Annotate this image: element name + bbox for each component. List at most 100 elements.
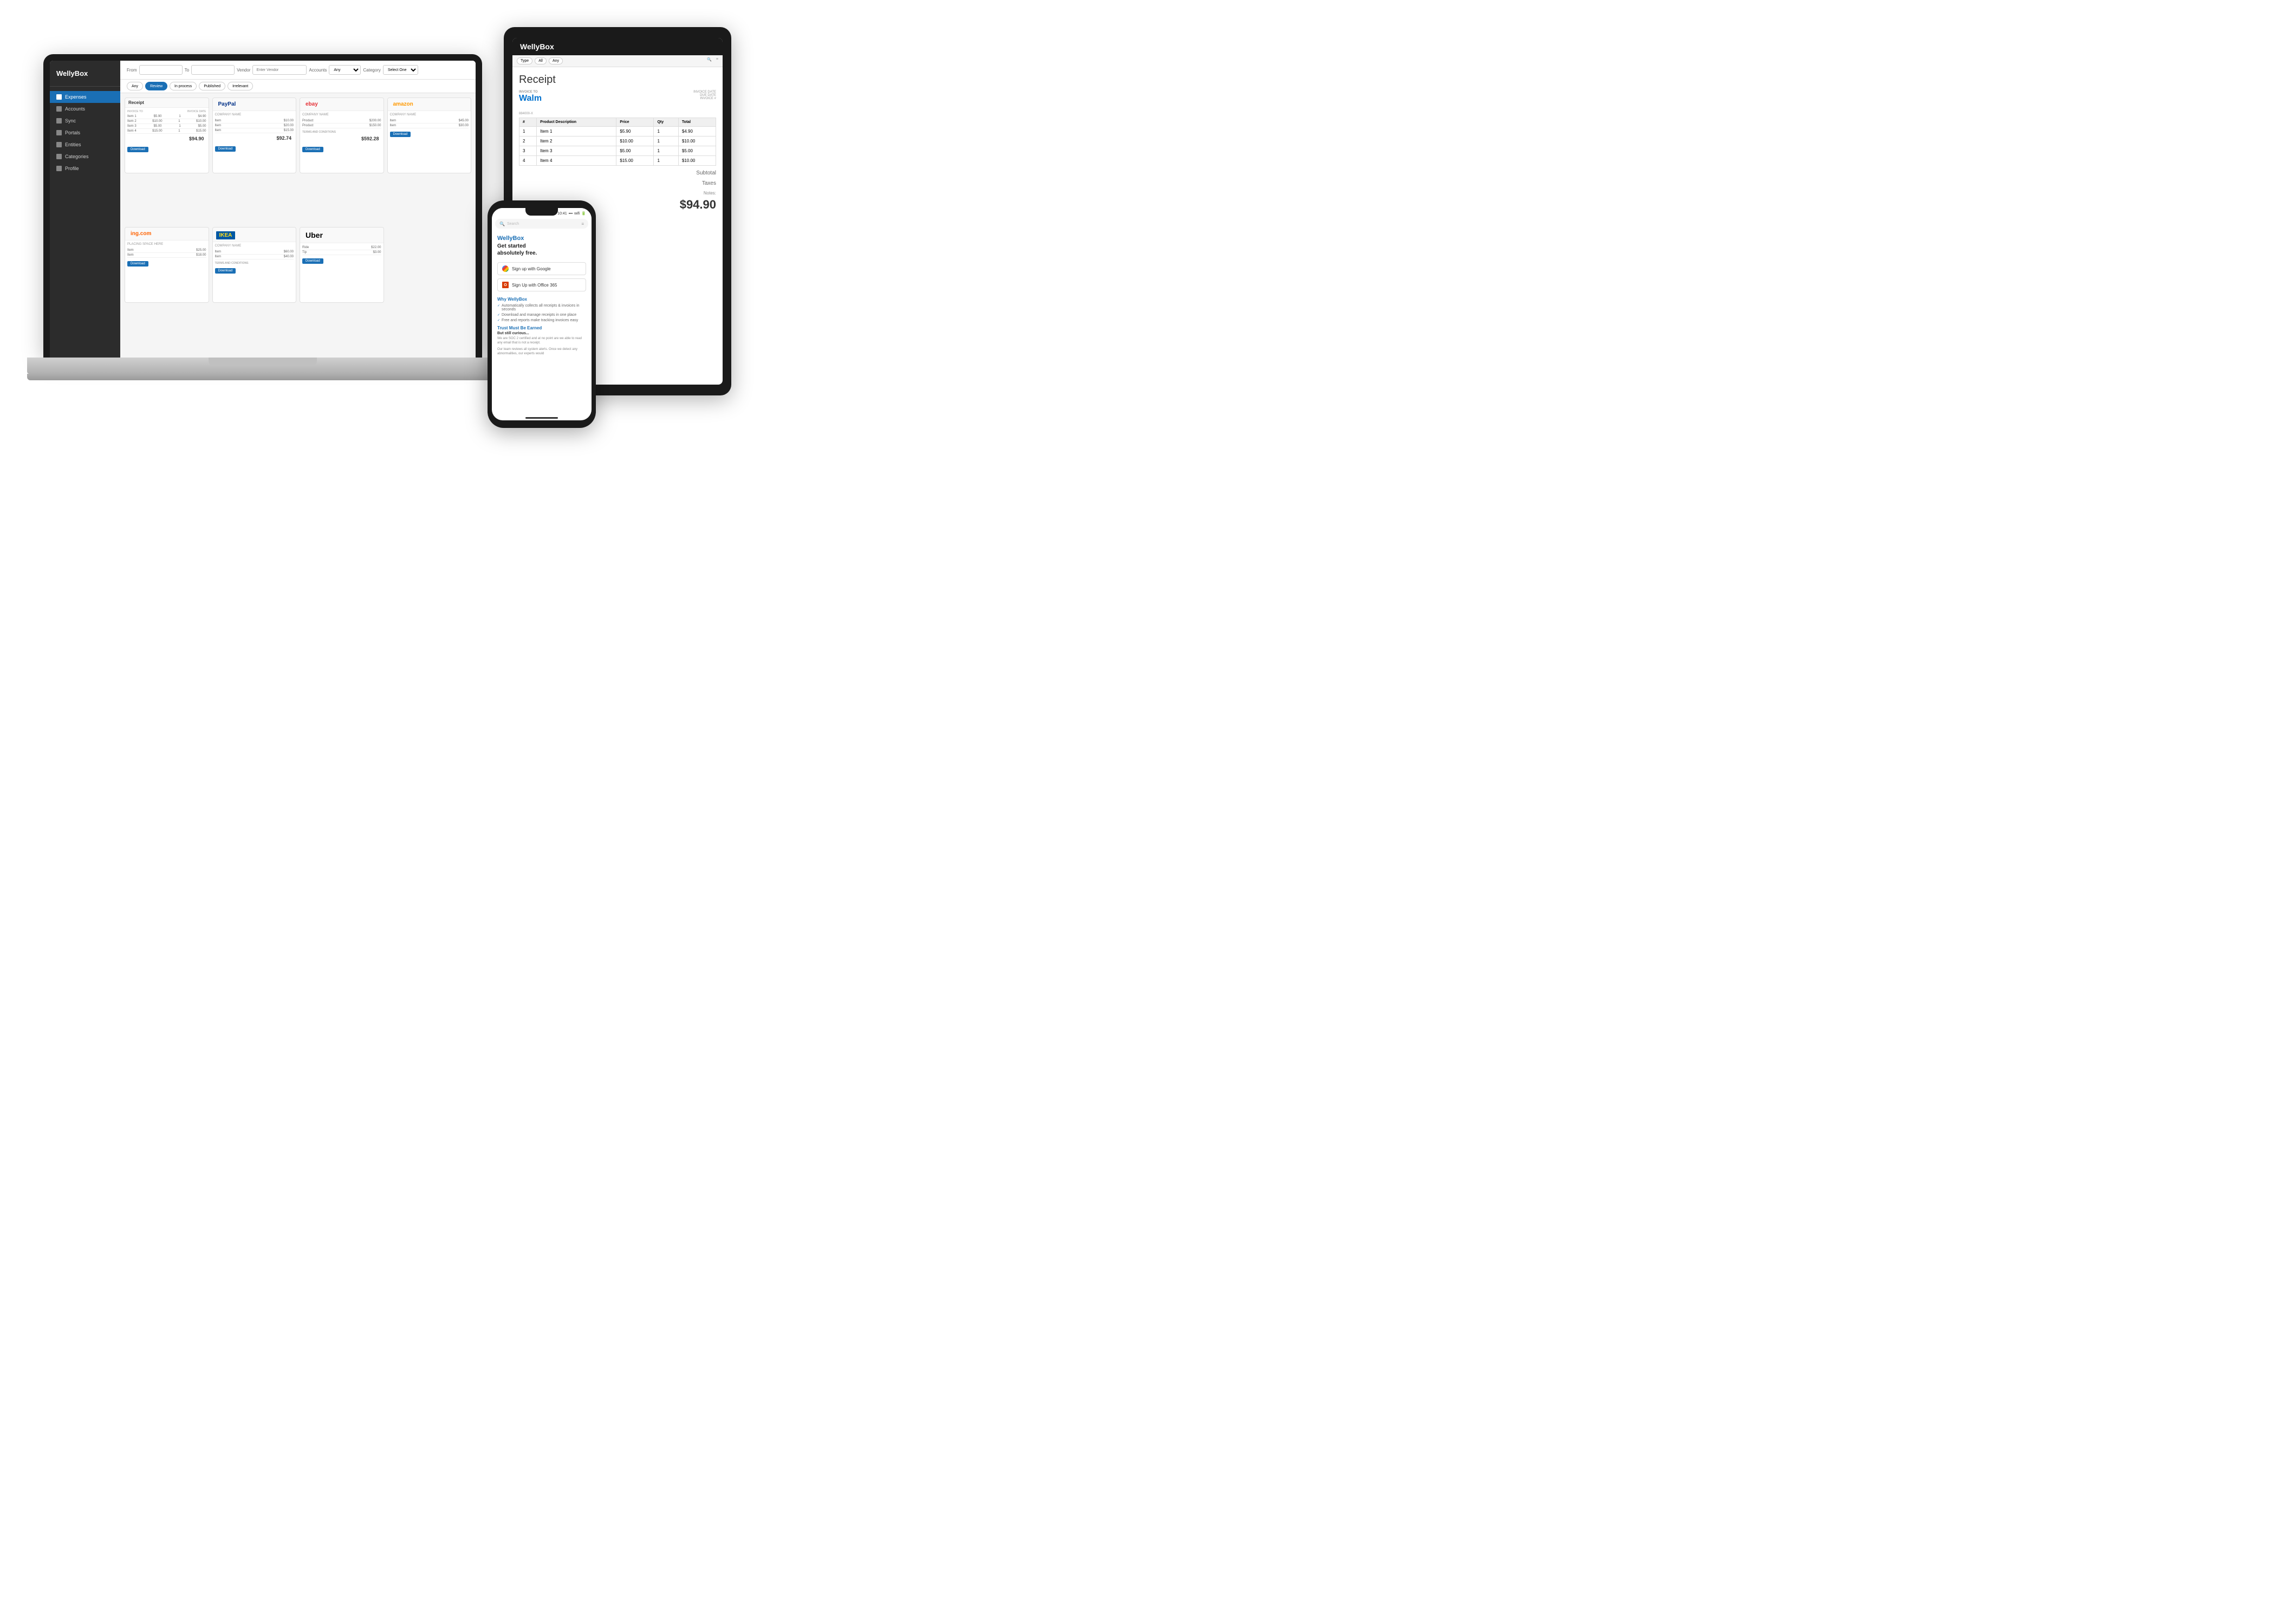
laptop-device: WellyBox Expenses Accounts Sync xyxy=(27,54,498,466)
uber-logo: Uber xyxy=(303,230,380,241)
filter-any[interactable]: Any xyxy=(127,82,143,90)
notes-label: Notes: xyxy=(704,191,716,196)
phone-trust-text-1: We are SOC 2 certified and at no point a… xyxy=(497,336,586,346)
sidebar-item-accounts[interactable]: Accounts xyxy=(50,103,120,115)
receipt-card-0-download[interactable]: Download xyxy=(127,147,148,152)
tablet-filter-all[interactable]: All xyxy=(535,57,547,64)
sidebar-item-portals[interactable]: Portals xyxy=(50,127,120,139)
laptop-screen-inner: WellyBox Expenses Accounts Sync xyxy=(50,61,476,358)
receipt-card-2-total: $592.28 xyxy=(302,134,381,144)
app-toolbar: From To Vendor Accounts Any Business Per… xyxy=(120,61,476,80)
receipt-card-1-total: $92.74 xyxy=(215,133,294,143)
phone-menu-icon: ≡ xyxy=(581,222,584,226)
row2-qty: 1 xyxy=(654,137,678,146)
row4-qty: 1 xyxy=(654,156,678,166)
battery-icon: 🔋 xyxy=(581,211,586,216)
from-input[interactable] xyxy=(139,65,183,75)
sidebar-item-entities[interactable]: Entities xyxy=(50,139,120,151)
accounts-label: Accounts xyxy=(309,68,327,73)
phone-why-item-0: Automatically collects all receipts & in… xyxy=(497,304,586,311)
sidebar-item-profile[interactable]: Profile xyxy=(50,163,120,174)
filter-irrelevant[interactable]: Irrelevant xyxy=(228,82,253,90)
phone-headline-1: Get started xyxy=(497,243,526,249)
row2-total: $10.00 xyxy=(678,137,716,146)
phone-notch xyxy=(525,208,558,216)
receipt-card-5-body: COMPANY NAME Item$60.00 Item$40.00 TERMS… xyxy=(213,242,296,267)
google-icon xyxy=(502,265,509,272)
office365-icon: O xyxy=(502,282,509,288)
phone-headline-2: absolutely free. xyxy=(497,250,537,256)
receipt-card-6-download[interactable]: Download xyxy=(302,258,323,264)
phone-why-item-2: Free and reports make tracking invoices … xyxy=(497,319,586,322)
receipt-card-6: Uber Ride$22.00 Tip$3.00 Download xyxy=(300,227,384,303)
category-select[interactable]: Select One xyxy=(383,65,418,75)
tablet-app-logo: WellyBox xyxy=(512,38,723,55)
tablet-search-icon[interactable]: 🔍 xyxy=(707,57,712,64)
row2-price: $10.00 xyxy=(616,137,654,146)
row1-desc: Item 1 xyxy=(537,127,616,137)
paypal-logo: PayPal xyxy=(216,100,293,108)
receipt-card-2: ebay COMPANY NAME Product$200.00 Product… xyxy=(300,98,384,173)
invoice-num-label: INVOICE # xyxy=(693,97,716,100)
ebay-row-1: Product$200.00 xyxy=(302,119,381,124)
receipt-card-3-download[interactable]: Download xyxy=(390,132,411,137)
receipt-card-2-body: COMPANY NAME Product$200.00 Product$150.… xyxy=(300,111,384,146)
row2-desc: Item 2 xyxy=(537,137,616,146)
uber-row-2: Tip$3.00 xyxy=(302,250,381,255)
receipt-card-6-body: Ride$22.00 Tip$3.00 xyxy=(300,243,384,257)
tablet-filter-any[interactable]: Any xyxy=(549,57,563,64)
tablet-subtotal: Subtotal xyxy=(519,170,716,176)
phone-screen: 10:41 ▪▪▪ wifi 🔋 🔍 Search ≡ WellyBox Get… xyxy=(492,208,592,420)
sidebar-item-categories[interactable]: Categories xyxy=(50,151,120,163)
receipt-card-5-header: IKEA xyxy=(213,228,296,242)
phone-search-placeholder: Search xyxy=(507,222,519,226)
filter-row: Any Review In process Published Irreleva… xyxy=(120,80,476,93)
vendor-input[interactable] xyxy=(252,65,307,75)
sidebar-item-sync[interactable]: Sync xyxy=(50,115,120,127)
phone-trust-title: Trust Must Be Earned xyxy=(497,326,586,330)
receipt-card-0-title: Receipt xyxy=(128,100,205,105)
filter-published[interactable]: Published xyxy=(199,82,225,90)
tablet-invoice-dates: INVOICE DATE DUE DATE INVOICE # xyxy=(693,90,716,108)
phone-time: 10:41 xyxy=(557,212,567,216)
google-btn-label: Sign up with Google xyxy=(512,267,551,271)
ing-row-2: Item$18.00 xyxy=(127,253,206,258)
to-input[interactable] xyxy=(191,65,235,75)
accounts-select[interactable]: Any Business Personal xyxy=(329,65,361,75)
tablet-menu-icon[interactable]: ≡ xyxy=(716,57,718,64)
receipt-card-2-download[interactable]: Download xyxy=(302,147,323,152)
laptop-base xyxy=(27,358,498,374)
receipt-card-0-body: INVOICE TOINVOICE DATE Item 1$5.901$4.90… xyxy=(125,108,209,146)
phone-why-item-1: Download and manage receipts in one plac… xyxy=(497,313,586,317)
row3-desc: Item 3 xyxy=(537,146,616,156)
receipt-card-0-header: Receipt xyxy=(125,98,209,108)
sidebar-item-expenses[interactable]: Expenses xyxy=(50,91,120,103)
phone-office-signup-btn[interactable]: O Sign Up with Office 365 xyxy=(497,278,586,291)
receipt-card-1-download[interactable]: Download xyxy=(215,146,236,152)
tablet-taxes: Taxes xyxy=(519,180,716,186)
subtotal-label: Subtotal xyxy=(696,170,716,176)
col-desc: Product Description xyxy=(537,118,616,127)
sidebar-label-categories: Categories xyxy=(65,154,89,159)
phone-search-bar[interactable]: 🔍 Search ≡ xyxy=(495,219,588,229)
receipt-card-1-body: COMPANY NAME Item$10.00 Item$20.00 Item$… xyxy=(213,111,296,145)
sidebar-label-profile: Profile xyxy=(65,166,79,171)
ikea-row-1: Item$60.00 xyxy=(215,250,294,255)
filter-review[interactable]: Review xyxy=(145,82,167,90)
receipt-card-2-header: ebay xyxy=(300,98,384,111)
receipt-card-3-header: amazon xyxy=(388,98,471,111)
phone-google-signup-btn[interactable]: Sign up with Google xyxy=(497,262,586,275)
receipt-card-4-body: PLACING SPACE HERE Item$25.00 Item$18.00 xyxy=(125,241,209,260)
from-label: From xyxy=(127,68,137,73)
sidebar-label-accounts: Accounts xyxy=(65,106,85,112)
ikea-logo: IKEA xyxy=(216,231,236,239)
tablet-filter-type[interactable]: Type xyxy=(517,57,532,64)
receipt-card-3: amazon COMPANY NAME Item$45.00 Item$30.0… xyxy=(387,98,472,173)
ikea-row-2: Item$40.00 xyxy=(215,255,294,259)
filter-inprocess[interactable]: In process xyxy=(170,82,197,90)
receipt-card-5-download[interactable]: Download xyxy=(215,268,236,274)
taxes-label: Taxes xyxy=(702,180,716,186)
receipt-card-4-download[interactable]: Download xyxy=(127,261,148,267)
entities-icon xyxy=(56,142,62,147)
to-label: To xyxy=(185,68,189,73)
